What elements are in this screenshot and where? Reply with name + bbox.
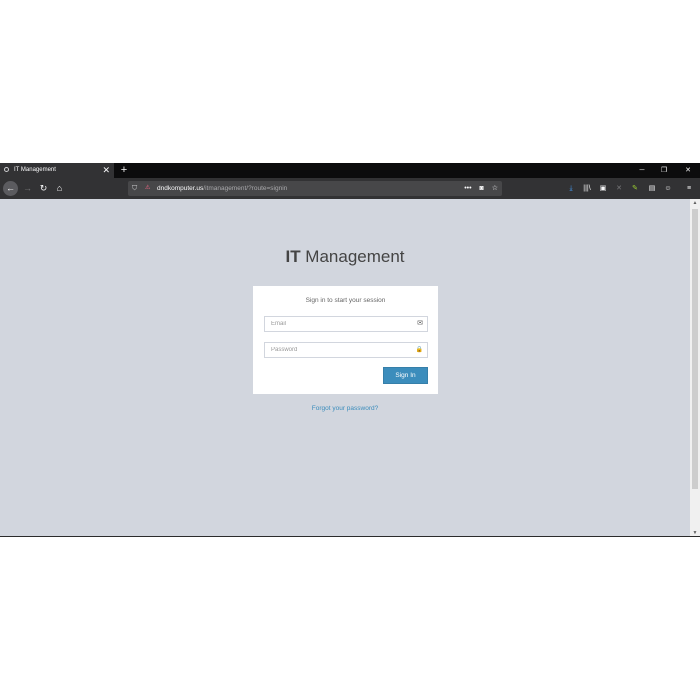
home-button[interactable]: ⌂	[52, 181, 67, 196]
forgot-password-link[interactable]: Forgot your password?	[0, 405, 690, 412]
page-content: IT Management Sign in to start your sess…	[0, 199, 690, 537]
library-icon[interactable]: |||\	[581, 181, 593, 196]
bookmark-star-icon[interactable]: ☆	[492, 185, 498, 192]
password-field-group: 🔒	[264, 342, 428, 358]
favicon-icon	[4, 167, 9, 172]
tab-strip: IT Management ✕ + ─ ❐ ✕	[0, 163, 700, 178]
sidebar-icon[interactable]: ▣	[597, 181, 609, 196]
reader-icon[interactable]: ▤	[646, 181, 658, 196]
url-actions: ••• ◙ ☆	[458, 181, 498, 196]
tab-title: IT Management	[14, 167, 56, 173]
scroll-thumb[interactable]	[692, 209, 698, 489]
url-text[interactable]: dndkomputer.us/itmanagement/?route=signi…	[157, 181, 287, 196]
restore-button[interactable]: ❐	[654, 163, 674, 178]
brush-icon[interactable]: ✎	[629, 181, 641, 196]
logo-bold: IT	[285, 247, 301, 266]
navigation-bar: ← → ↻ ⌂ ⛉ ⚠ dndkomputer.us/itmanagement/…	[0, 178, 700, 199]
lock-field-icon: 🔒	[415, 347, 423, 353]
window-bottom-edge	[0, 536, 700, 537]
extension-x-icon[interactable]: ✕	[613, 181, 625, 196]
url-bar[interactable]: ⛉ ⚠ dndkomputer.us/itmanagement/?route=s…	[128, 181, 502, 196]
pocket-icon[interactable]: ◙	[480, 185, 484, 192]
menu-icon[interactable]: ≡	[683, 181, 695, 196]
url-host: dndkomputer.us	[157, 185, 204, 192]
forward-button[interactable]: →	[20, 181, 35, 196]
login-box-message: Sign in to start your session	[305, 297, 386, 304]
url-path: /itmanagement/?route=signin	[203, 185, 288, 192]
new-tab-button[interactable]: +	[118, 163, 130, 178]
vertical-scrollbar[interactable]: ▲ ▼	[690, 199, 700, 537]
lock-icon[interactable]: ⚠	[145, 185, 152, 192]
back-button[interactable]: ←	[3, 181, 18, 196]
page-title: IT Management	[0, 247, 690, 267]
password-input[interactable]	[265, 343, 411, 357]
download-icon[interactable]: ⤓	[565, 181, 577, 196]
email-input[interactable]	[265, 317, 411, 331]
login-box: Sign in to start your session ✉ 🔒 Sign I…	[253, 286, 438, 394]
shield-icon[interactable]: ⛉	[132, 184, 139, 193]
email-field-group: ✉	[264, 316, 428, 332]
page-frame: IT Management ✕ + ─ ❐ ✕ ← → ↻ ⌂ ⛉ ⚠ dndk…	[0, 0, 700, 700]
minimize-button[interactable]: ─	[632, 163, 652, 178]
close-window-button[interactable]: ✕	[678, 163, 698, 178]
browser-window: IT Management ✕ + ─ ❐ ✕ ← → ↻ ⌂ ⛉ ⚠ dndk…	[0, 163, 700, 537]
more-actions-icon[interactable]: •••	[464, 185, 471, 192]
logo-rest: Management	[300, 247, 405, 266]
close-tab-icon[interactable]: ✕	[102, 163, 110, 178]
envelope-icon: ✉	[417, 320, 423, 327]
sign-in-button[interactable]: Sign In	[383, 367, 428, 384]
scroll-up-icon[interactable]: ▲	[690, 199, 700, 207]
reload-button[interactable]: ↻	[36, 181, 51, 196]
account-icon[interactable]: ☺	[662, 181, 674, 196]
tab-it-management[interactable]: IT Management ✕	[0, 163, 114, 178]
